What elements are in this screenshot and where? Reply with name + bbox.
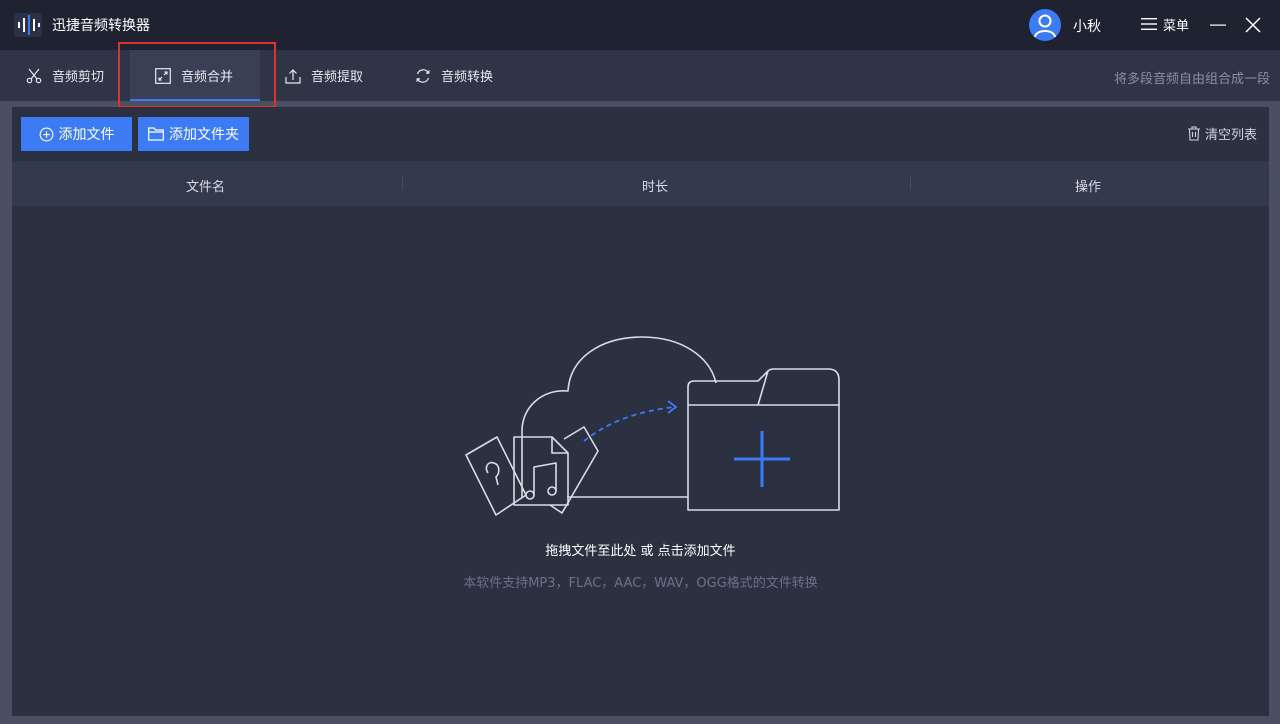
column-divider xyxy=(402,176,403,190)
tab-label: 音频提取 xyxy=(311,70,364,85)
add-file-label: 添加文件 xyxy=(58,127,115,143)
menu-label: 菜单 xyxy=(1163,18,1190,34)
username[interactable]: 小秋 xyxy=(1073,16,1101,36)
close-icon[interactable] xyxy=(1243,15,1263,35)
plus-icon xyxy=(734,431,790,487)
add-folder-button[interactable]: 添加文件夹 xyxy=(138,117,249,151)
drop-zone-illustration[interactable] xyxy=(452,335,852,525)
tab-label: 音频转换 xyxy=(441,70,494,85)
merge-icon xyxy=(155,67,171,84)
table-header: 文件名 时长 操作 xyxy=(12,161,1269,206)
hamburger-icon xyxy=(1141,18,1157,30)
refresh-icon xyxy=(416,68,430,83)
add-folder-label: 添加文件夹 xyxy=(169,127,239,143)
clear-list-button[interactable]: 清空列表 xyxy=(1187,124,1257,143)
scissors-icon xyxy=(26,68,42,83)
column-header-action: 操作 xyxy=(1075,180,1102,195)
column-divider xyxy=(910,176,911,190)
column-header-duration: 时长 xyxy=(642,180,669,195)
app-title: 迅捷音频转换器 xyxy=(52,18,150,34)
app-logo-icon xyxy=(14,13,42,37)
cloud-icon xyxy=(521,336,717,497)
menu-button[interactable]: 菜单 xyxy=(1141,14,1189,34)
tab-audio-extract[interactable]: 音频提取 xyxy=(285,50,363,101)
tab-audio-cut[interactable]: 音频剪切 xyxy=(26,50,104,101)
feature-tabs: 音频剪切 音频合并 音频提取 音频转换 将多段音频自由组合成一段 xyxy=(0,50,1280,101)
tab-label: 音频合并 xyxy=(181,70,234,85)
avatar[interactable] xyxy=(1029,9,1061,41)
tab-description: 将多段音频自由组合成一段 xyxy=(1113,72,1270,87)
title-bar: 迅捷音频转换器 小秋 菜单 xyxy=(0,0,1280,50)
add-file-button[interactable]: 添加文件 xyxy=(21,117,132,151)
trash-icon xyxy=(1187,126,1200,141)
document-icon xyxy=(549,426,599,514)
tab-label: 音频剪切 xyxy=(52,70,105,85)
column-header-filename: 文件名 xyxy=(186,180,226,195)
file-list-panel[interactable]: 添加文件 添加文件夹 清空列表 文件名 时长 操作 拖拽文件至此处 或 点击添加… xyxy=(12,107,1269,716)
tab-audio-convert[interactable]: 音频转换 xyxy=(415,50,493,101)
clear-list-label: 清空列表 xyxy=(1204,128,1257,143)
empty-state-title: 拖拽文件至此处 或 点击添加文件 xyxy=(545,544,736,559)
upload-icon xyxy=(285,68,301,84)
arrow-icon xyxy=(583,406,675,442)
empty-state-subtitle: 本软件支持MP3，FLAC，AAC，WAV，OGG格式的文件转换 xyxy=(463,576,818,591)
folder-icon xyxy=(148,127,164,141)
plus-circle-icon xyxy=(39,127,53,141)
minimize-icon[interactable] xyxy=(1208,15,1228,35)
tab-audio-merge[interactable]: 音频合并 xyxy=(130,50,260,101)
user-icon xyxy=(1034,14,1056,38)
